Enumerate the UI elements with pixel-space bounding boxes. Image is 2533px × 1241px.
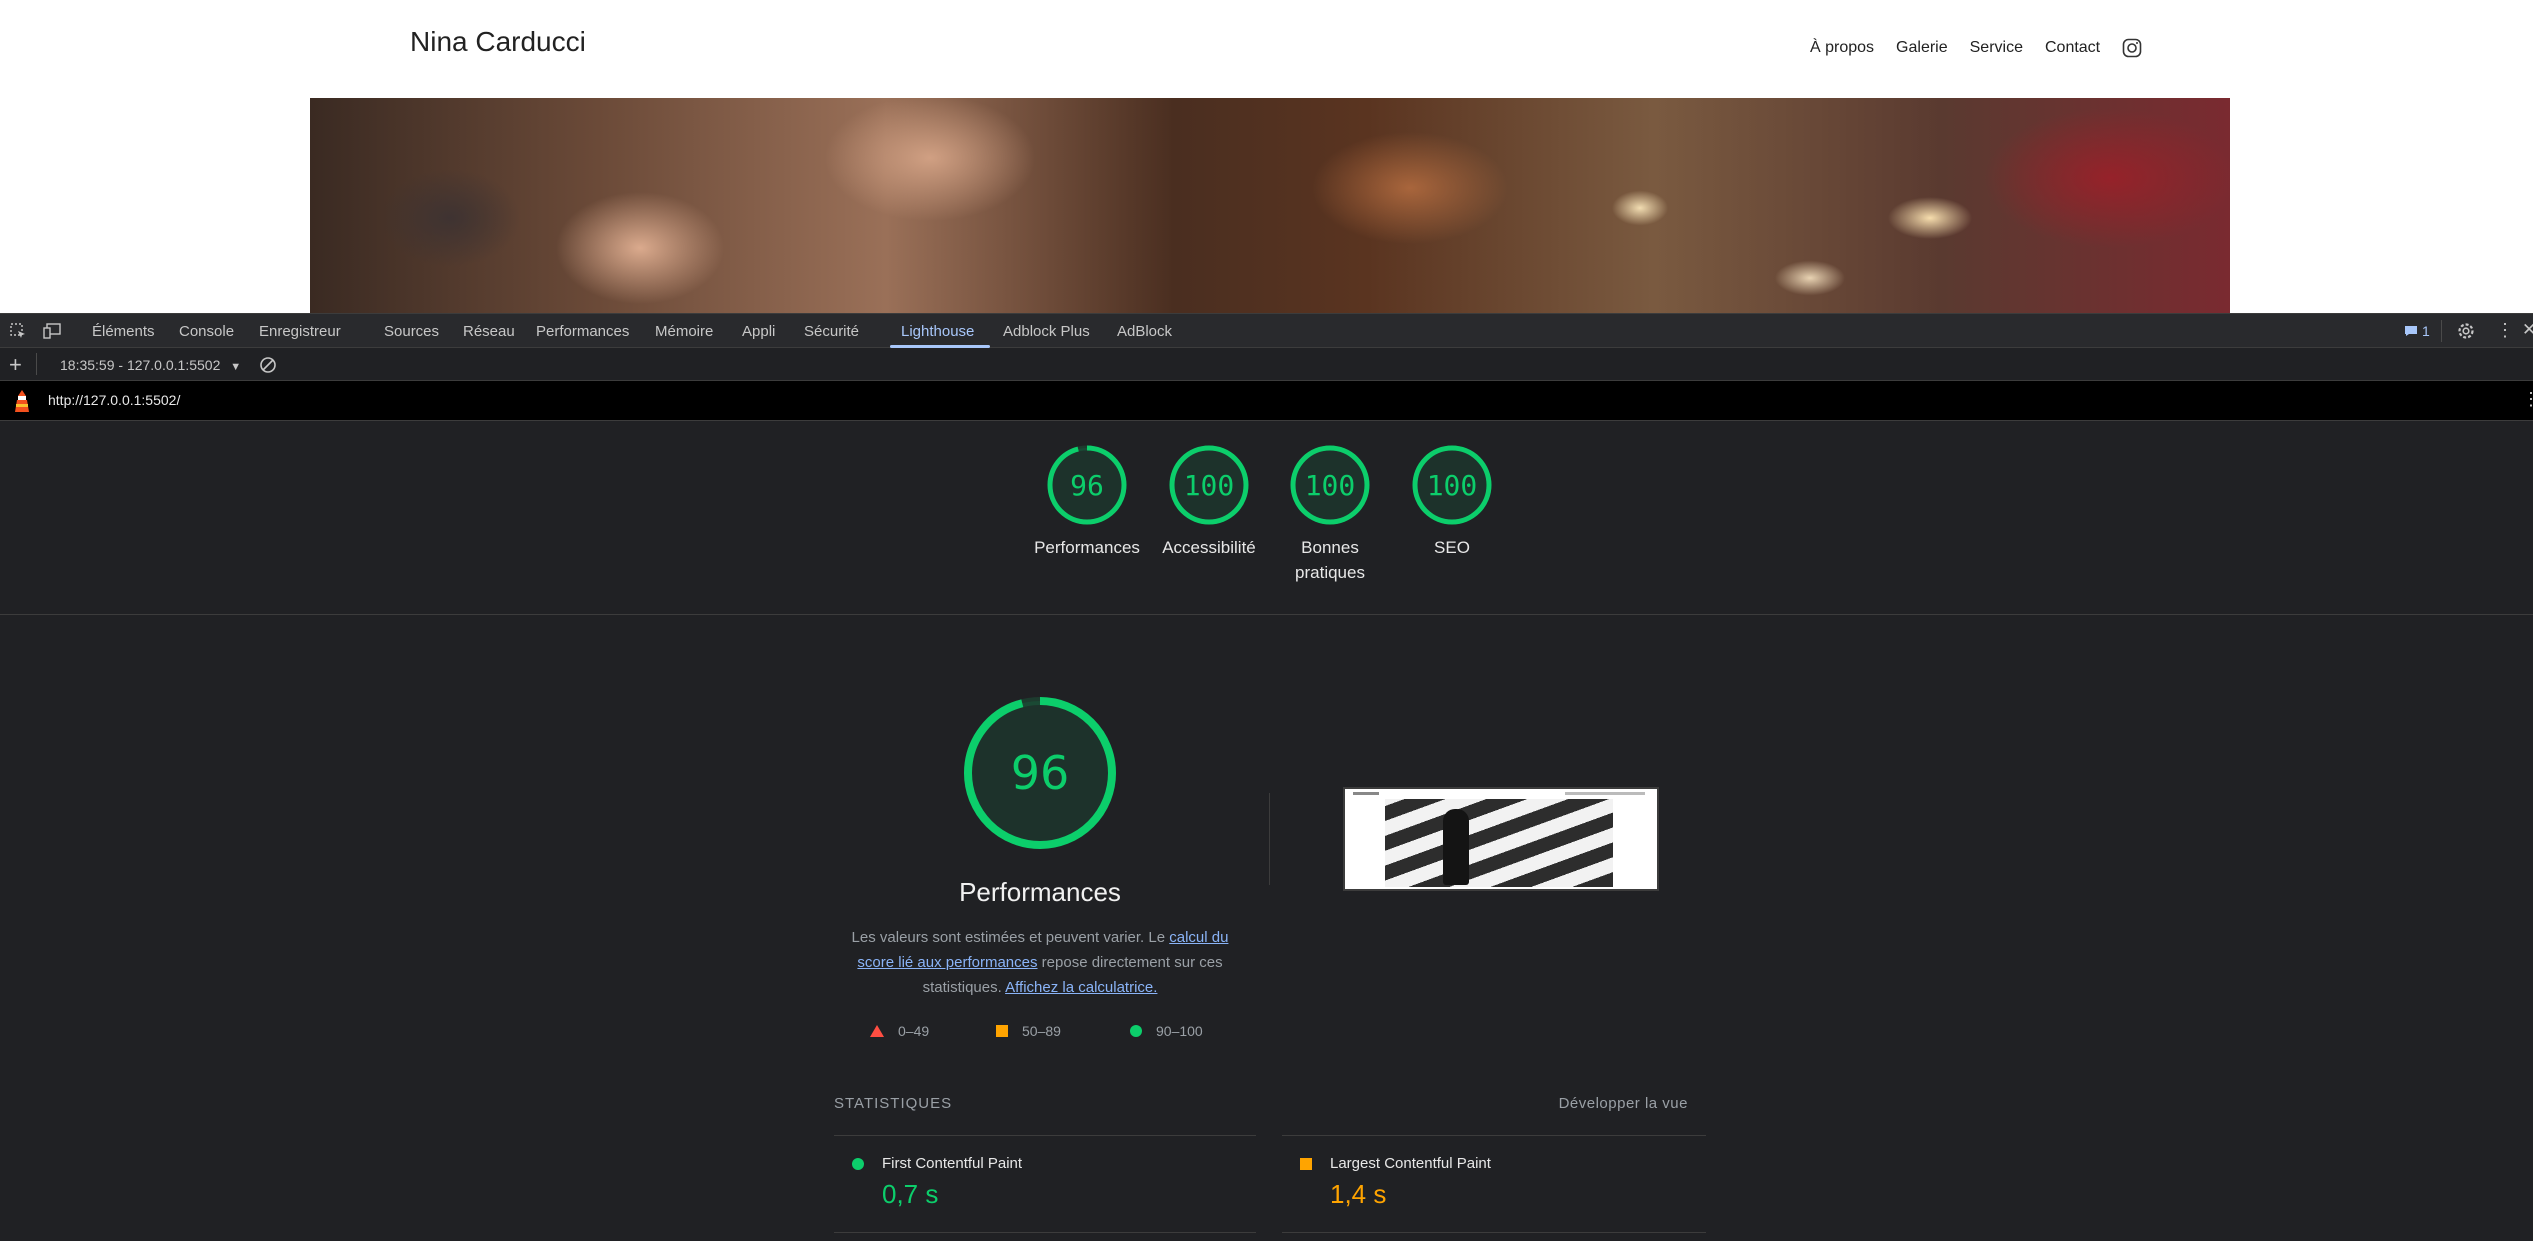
hero-image xyxy=(310,98,2230,313)
device-toolbar-icon[interactable] xyxy=(43,322,63,345)
score-gauges-row: 96 Performances 100 Accessibilité 100 Bo… xyxy=(0,421,2533,615)
close-devtools-icon[interactable]: ✕ xyxy=(2522,320,2533,340)
tab-performance[interactable]: Performances xyxy=(536,323,629,340)
lighthouse-logo-icon xyxy=(12,389,32,416)
tab-console[interactable]: Console xyxy=(179,323,234,340)
gauge-seo[interactable]: 100 SEO xyxy=(1392,445,1512,560)
nav-link-service[interactable]: Service xyxy=(1970,39,2023,57)
gauge-performance-score: 96 xyxy=(1070,469,1104,502)
site-name[interactable]: Nina Carducci xyxy=(410,26,586,58)
legend-average-label: 50–89 xyxy=(1022,1023,1061,1039)
legend-good-label: 90–100 xyxy=(1156,1023,1203,1039)
orange-square-icon xyxy=(1300,1158,1312,1170)
issues-badge[interactable]: 1 xyxy=(2404,323,2430,339)
final-screenshot-thumbnail[interactable] xyxy=(1343,787,1659,891)
gauge-performance-label: Performances xyxy=(1034,538,1140,557)
stat-divider xyxy=(1282,1135,1706,1136)
calculator-link[interactable]: Affichez la calculatrice. xyxy=(1005,979,1157,996)
gauge-seo-ring: 100 xyxy=(1412,445,1492,525)
legend-average: 50–89 xyxy=(996,1023,1061,1039)
tab-adblock[interactable]: AdBlock xyxy=(1117,323,1172,340)
tab-sources[interactable]: Sources xyxy=(384,323,439,340)
desc-text-1: Les valeurs sont estimées et peuvent var… xyxy=(851,929,1170,946)
metric-lcp-name: Largest Contentful Paint xyxy=(1330,1155,1491,1172)
tab-adblock-plus[interactable]: Adblock Plus xyxy=(1003,323,1090,340)
orange-square-icon xyxy=(996,1025,1008,1037)
toolbar-divider xyxy=(36,353,37,375)
gauge-accessibility[interactable]: 100 Accessibilité xyxy=(1149,445,1269,560)
tab-application[interactable]: Appli xyxy=(742,323,775,340)
tab-network[interactable]: Réseau xyxy=(463,323,515,340)
tab-memory[interactable]: Mémoire xyxy=(655,323,713,340)
gauge-best-practices-score: 100 xyxy=(1305,469,1356,502)
metric-fcp-name: First Contentful Paint xyxy=(882,1155,1023,1172)
chevron-down-icon: ▼ xyxy=(230,361,242,373)
legend-bad: 0–49 xyxy=(870,1023,929,1039)
toolbar-divider xyxy=(2441,320,2442,342)
statistics-header: STATISTIQUES Développer la vue xyxy=(834,1095,1706,1125)
report-menu-icon[interactable]: ⋮ xyxy=(2522,389,2533,410)
new-report-plus-icon[interactable]: + xyxy=(9,352,22,378)
section-divider xyxy=(1269,793,1270,885)
gauge-performance[interactable]: 96 Performances xyxy=(1027,445,1147,560)
inspect-element-icon[interactable] xyxy=(9,322,27,345)
performance-description: Les valeurs sont estimées et peuvent var… xyxy=(840,925,1240,1000)
gauge-seo-score: 100 xyxy=(1427,469,1478,502)
tab-lighthouse[interactable]: Lighthouse xyxy=(901,323,974,340)
metric-fcp: First Contentful Paint 0,7 s xyxy=(834,1155,1256,1225)
thumbnail-hero-image xyxy=(1385,799,1613,887)
stat-divider xyxy=(834,1232,1256,1233)
performance-big-gauge-ring: 96 xyxy=(964,697,1116,849)
stat-divider xyxy=(834,1135,1256,1136)
red-triangle-icon xyxy=(870,1025,884,1037)
report-selector[interactable]: 18:35:59 - 127.0.0.1:5502 ▼ xyxy=(60,357,241,373)
nav-link-galerie[interactable]: Galerie xyxy=(1896,39,1948,57)
gauge-best-practices-label: Bonnes pratiques xyxy=(1295,538,1365,582)
stat-divider xyxy=(1282,1232,1706,1233)
metric-lcp: Largest Contentful Paint 1,4 s xyxy=(1282,1155,1706,1225)
gauge-accessibility-ring: 100 xyxy=(1169,445,1249,525)
devtools-tab-bar: Éléments Console Enregistreur Sources Ré… xyxy=(0,313,2533,348)
gauge-seo-label: SEO xyxy=(1434,538,1470,557)
issues-count: 1 xyxy=(2422,323,2430,339)
tab-security[interactable]: Sécurité xyxy=(804,323,859,340)
performance-section: 96 Performances Les valeurs sont estimée… xyxy=(0,615,2533,1241)
tab-elements[interactable]: Éléments xyxy=(92,323,155,340)
nav-link-a-propos[interactable]: À propos xyxy=(1810,39,1874,57)
report-url-bar: http://127.0.0.1:5502/ ⋮ xyxy=(0,381,2533,421)
lighthouse-toolbar: + 18:35:59 - 127.0.0.1:5502 ▼ xyxy=(0,348,2533,381)
statistics-heading: STATISTIQUES xyxy=(834,1095,953,1112)
more-options-icon[interactable]: ⋮ xyxy=(2496,320,2514,341)
performance-big-gauge: 96 xyxy=(962,695,1118,851)
thumbnail-person-figure xyxy=(1443,809,1469,885)
metric-lcp-value: 1,4 s xyxy=(1330,1179,1387,1209)
gauge-best-practices[interactable]: 100 Bonnes pratiques xyxy=(1270,445,1390,585)
tab-recorder[interactable]: Enregistreur xyxy=(259,323,341,340)
legend-bad-label: 0–49 xyxy=(898,1023,930,1039)
site-nav: À propos Galerie Service Contact xyxy=(1810,38,2142,58)
legend-good: 90–100 xyxy=(1130,1023,1203,1039)
message-icon xyxy=(2405,326,2417,336)
gauge-accessibility-score: 100 xyxy=(1184,469,1235,502)
thumbnail-header-nav xyxy=(1565,792,1645,795)
website-viewport: Nina Carducci À propos Galerie Service C… xyxy=(0,0,2533,313)
gauge-best-practices-ring: 100 xyxy=(1290,445,1370,525)
green-circle-icon xyxy=(1130,1025,1142,1037)
thumbnail-header-title xyxy=(1353,792,1379,795)
report-url[interactable]: http://127.0.0.1:5502/ xyxy=(48,392,180,408)
instagram-icon[interactable] xyxy=(2122,38,2142,58)
settings-gear-icon[interactable] xyxy=(2456,321,2476,346)
gauge-accessibility-label: Accessibilité xyxy=(1162,538,1256,557)
performance-title: Performances xyxy=(959,877,1121,907)
green-circle-icon xyxy=(852,1158,864,1170)
performance-big-score: 96 xyxy=(1011,746,1070,800)
nav-link-contact[interactable]: Contact xyxy=(2045,39,2100,57)
gauge-performance-ring: 96 xyxy=(1047,445,1127,525)
metric-fcp-value: 0,7 s xyxy=(882,1179,939,1209)
expand-view-toggle[interactable]: Développer la vue xyxy=(1559,1095,1688,1112)
report-selector-value: 18:35:59 - 127.0.0.1:5502 xyxy=(60,357,221,373)
clear-all-icon[interactable] xyxy=(259,356,277,377)
